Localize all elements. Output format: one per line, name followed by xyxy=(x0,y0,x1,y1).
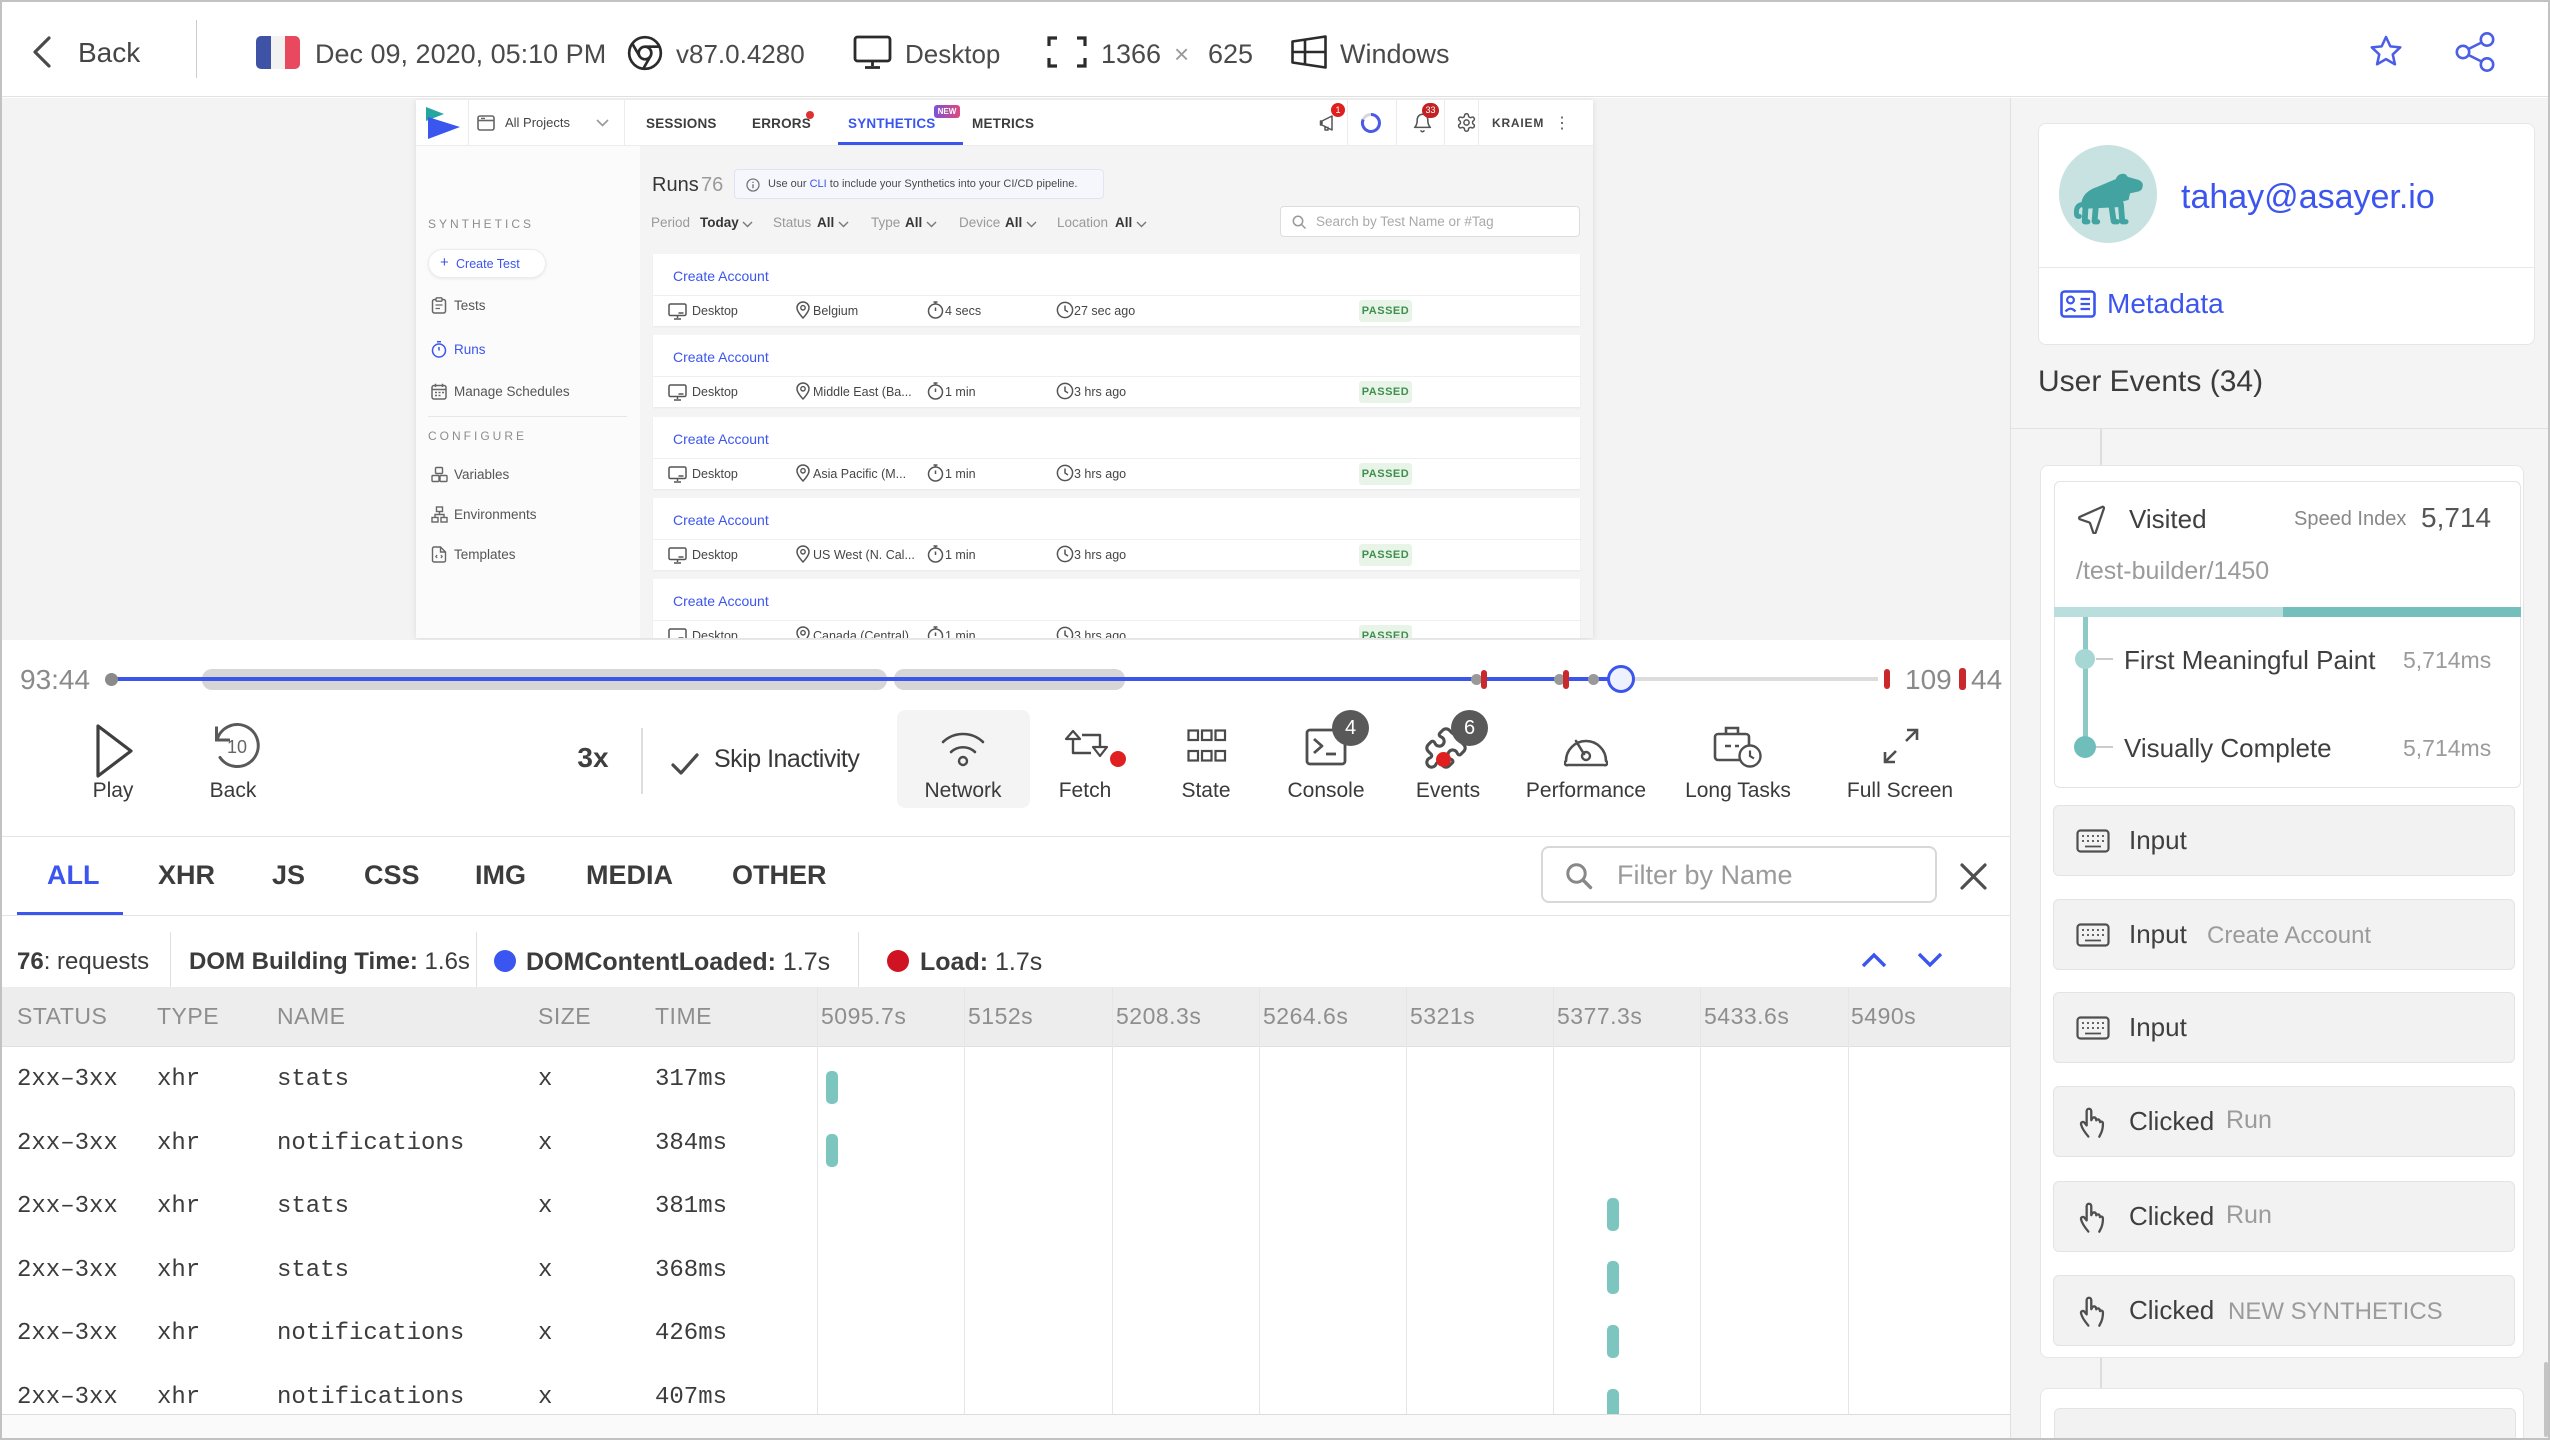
svg-text:10: 10 xyxy=(227,737,247,757)
